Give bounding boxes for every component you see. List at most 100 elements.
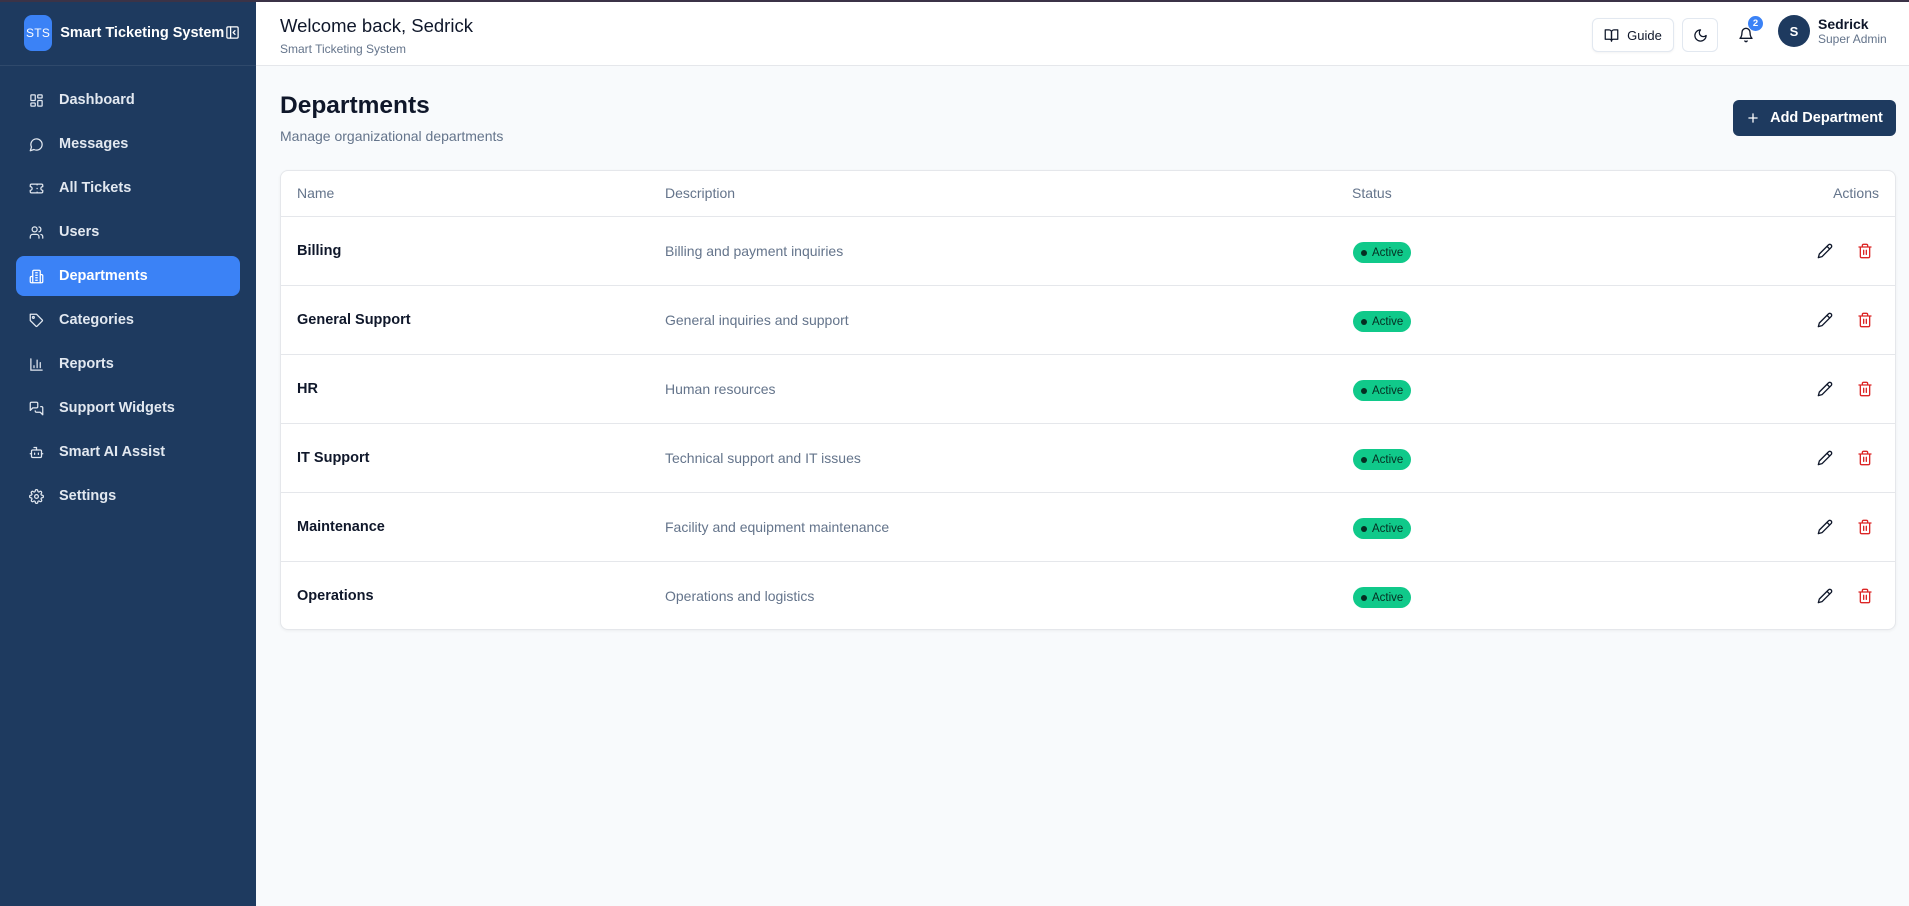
ticket-icon xyxy=(28,180,44,196)
table-row: Operations Operations and logistics Acti… xyxy=(281,562,1895,629)
column-header-actions: Actions xyxy=(1833,185,1879,201)
edit-icon[interactable] xyxy=(1813,446,1837,470)
status-badge: Active xyxy=(1353,242,1412,263)
sidebar-item-label: Categories xyxy=(59,312,134,328)
sidebar-item-settings[interactable]: Settings xyxy=(16,476,240,516)
column-header-status: Status xyxy=(1352,185,1392,201)
sidebar-collapse-icon[interactable] xyxy=(224,23,240,43)
trash-icon[interactable] xyxy=(1853,308,1877,332)
department-description: Facility and equipment maintenance xyxy=(665,519,890,535)
edit-icon[interactable] xyxy=(1813,377,1837,401)
notifications-button[interactable]: 2 xyxy=(1728,16,1764,52)
department-name: Billing xyxy=(297,243,342,259)
status-badge-label: Active xyxy=(1372,453,1404,466)
sidebar-nav: Dashboard Messages All Tickets Users Dep… xyxy=(0,66,256,516)
bot-icon xyxy=(28,444,44,460)
department-description: Billing and payment inquiries xyxy=(665,243,844,259)
status-badge-label: Active xyxy=(1372,315,1404,328)
user-role: Super Admin xyxy=(1818,31,1887,46)
trash-icon[interactable] xyxy=(1853,446,1877,470)
edit-icon[interactable] xyxy=(1813,584,1837,608)
chat-widget-icon xyxy=(28,400,44,416)
sidebar-item-categories[interactable]: Categories xyxy=(16,300,240,340)
department-description: Technical support and IT issues xyxy=(665,450,861,466)
status-badge: Active xyxy=(1353,587,1412,608)
guide-button[interactable]: Guide xyxy=(1592,18,1674,52)
app-name: Smart Ticketing System xyxy=(60,24,225,41)
building-icon xyxy=(28,268,44,284)
add-department-label: Add Department xyxy=(1770,110,1883,126)
notification-count-badge: 2 xyxy=(1748,16,1763,31)
sidebar-item-dashboard[interactable]: Dashboard xyxy=(16,80,240,120)
sidebar-item-label: Departments xyxy=(59,268,148,284)
sidebar-item-label: Settings xyxy=(59,488,117,504)
avatar: S xyxy=(1778,15,1810,47)
sidebar-item-smart-ai-assist[interactable]: Smart AI Assist xyxy=(16,432,240,472)
edit-icon[interactable] xyxy=(1813,239,1837,263)
table-row: General Support General inquiries and su… xyxy=(281,286,1895,355)
department-name: IT Support xyxy=(297,450,370,466)
sidebar-item-label: Smart AI Assist xyxy=(59,444,166,460)
table-row: HR Human resources Active xyxy=(281,355,1895,424)
edit-icon[interactable] xyxy=(1813,515,1837,539)
column-header-description: Description xyxy=(665,185,736,201)
department-name: Operations xyxy=(297,588,374,604)
book-icon xyxy=(1604,28,1619,43)
department-description: General inquiries and support xyxy=(665,312,849,328)
trash-icon[interactable] xyxy=(1853,515,1877,539)
status-badge: Active xyxy=(1353,518,1412,539)
status-badge: Active xyxy=(1353,380,1412,401)
top-header: Welcome back, Sedrick Smart Ticketing Sy… xyxy=(256,2,1909,66)
department-description: Human resources xyxy=(665,381,776,397)
bar-chart-icon xyxy=(28,356,44,372)
page-subtitle: Manage organizational departments xyxy=(280,128,504,144)
trash-icon[interactable] xyxy=(1853,377,1877,401)
status-badge: Active xyxy=(1353,449,1412,470)
department-name: HR xyxy=(297,381,318,397)
sidebar-brand: STS Smart Ticketing System xyxy=(0,0,256,66)
table-header: Name Description Status Actions xyxy=(281,171,1895,217)
sidebar-item-all-tickets[interactable]: All Tickets xyxy=(16,168,240,208)
edit-icon[interactable] xyxy=(1813,308,1837,332)
status-badge-label: Active xyxy=(1372,384,1404,397)
page-title: Departments xyxy=(280,92,430,119)
theme-toggle-button[interactable] xyxy=(1682,18,1718,52)
welcome-heading: Welcome back, Sedrick xyxy=(280,15,473,36)
department-name: General Support xyxy=(297,312,411,328)
status-badge: Active xyxy=(1353,311,1412,332)
user-menu[interactable]: S Sedrick Super Admin xyxy=(1778,15,1887,47)
department-description: Operations and logistics xyxy=(665,588,815,604)
table-row: Maintenance Facility and equipment maint… xyxy=(281,493,1895,562)
user-name: Sedrick xyxy=(1818,15,1869,32)
sidebar-item-users[interactable]: Users xyxy=(16,212,240,252)
table-row: IT Support Technical support and IT issu… xyxy=(281,424,1895,493)
department-name: Maintenance xyxy=(297,519,385,535)
window-top-border xyxy=(0,0,1909,2)
trash-icon[interactable] xyxy=(1853,584,1877,608)
moon-icon xyxy=(1693,28,1708,43)
status-badge-label: Active xyxy=(1372,246,1404,259)
gear-icon xyxy=(28,488,44,504)
guide-button-label: Guide xyxy=(1627,27,1662,43)
status-badge-label: Active xyxy=(1372,591,1404,604)
sidebar-item-departments[interactable]: Departments xyxy=(16,256,240,296)
sidebar-item-label: All Tickets xyxy=(59,180,132,196)
sidebar-item-label: Users xyxy=(59,224,100,240)
sidebar-item-support-widgets[interactable]: Support Widgets xyxy=(16,388,240,428)
users-icon xyxy=(28,224,44,240)
sidebar-item-label: Reports xyxy=(59,356,114,372)
sidebar: STS Smart Ticketing System Dashboard Mes… xyxy=(0,0,256,906)
message-icon xyxy=(28,136,44,152)
status-badge-label: Active xyxy=(1372,522,1404,535)
sidebar-item-messages[interactable]: Messages xyxy=(16,124,240,164)
departments-table: Name Description Status Actions Billing … xyxy=(280,170,1896,630)
trash-icon[interactable] xyxy=(1853,239,1877,263)
sidebar-item-reports[interactable]: Reports xyxy=(16,344,240,384)
sidebar-item-label: Dashboard xyxy=(59,92,135,108)
table-row: Billing Billing and payment inquiries Ac… xyxy=(281,217,1895,286)
add-department-button[interactable]: Add Department xyxy=(1733,100,1896,136)
column-header-name: Name xyxy=(297,185,335,201)
plus-icon xyxy=(1746,111,1760,125)
dashboard-icon xyxy=(28,92,44,108)
sidebar-item-label: Support Widgets xyxy=(59,400,175,416)
